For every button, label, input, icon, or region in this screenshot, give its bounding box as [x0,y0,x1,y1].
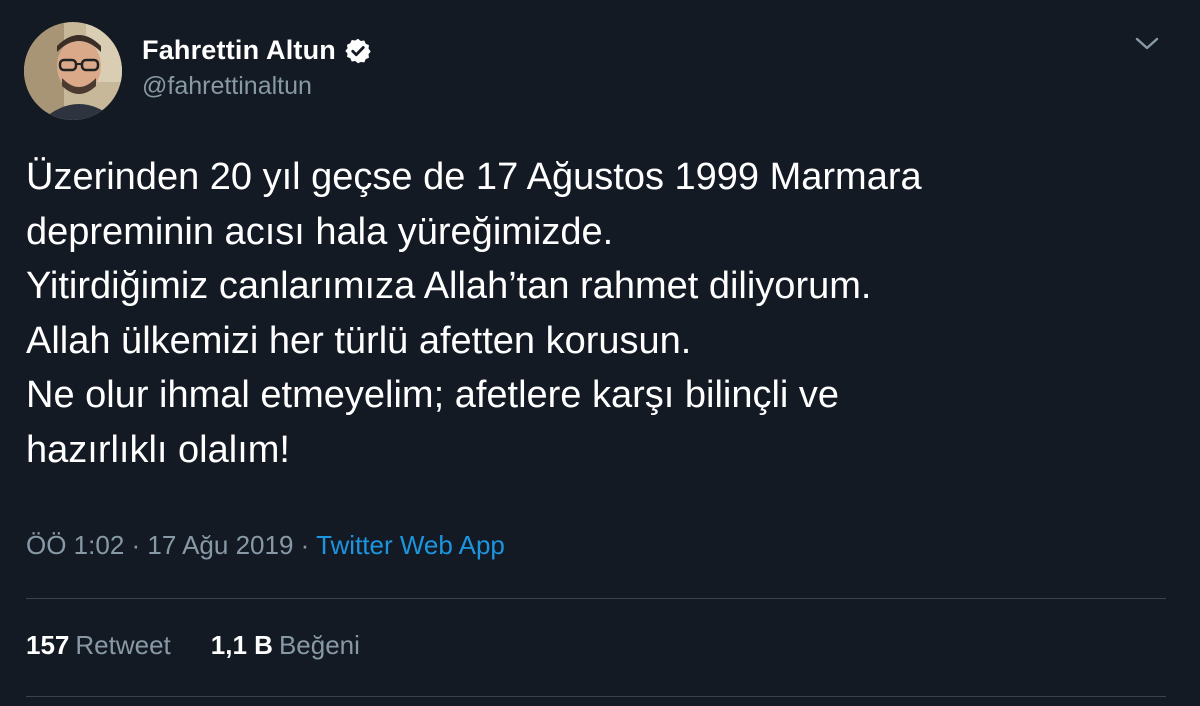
divider [26,598,1166,599]
handle[interactable]: @fahrettinaltun [142,72,372,101]
like-stat[interactable]: 1,1 B Beğeni [211,630,360,661]
verified-badge-icon [344,37,372,65]
retweet-stat[interactable]: 157 Retweet [26,630,171,661]
avatar[interactable] [24,22,122,120]
display-name[interactable]: Fahrettin Altun [142,35,336,66]
avatar-photo [24,22,122,120]
tweet-card: Fahrettin Altun @fahrettinaltun Üzerinde… [0,0,1200,706]
tweet-meta: ÖÖ 1:02 · 17 Ağu 2019 · Twitter Web App [26,530,505,561]
retweet-count: 157 [26,630,70,660]
tweet-source[interactable]: Twitter Web App [316,530,505,560]
tweet-stats: 157 Retweet 1,1 B Beğeni [26,630,360,661]
like-count: 1,1 B [210,630,273,660]
tweet-header: Fahrettin Altun @fahrettinaltun [24,22,372,120]
chevron-down-icon[interactable] [1134,34,1160,54]
retweet-label: Retweet [75,630,171,660]
tweet-text: Üzerinden 20 yıl geçse de 17 Ağustos 199… [26,156,922,471]
name-row: Fahrettin Altun [142,35,372,66]
divider [26,696,1166,697]
like-label: Beğeni [278,630,360,660]
tweet-timestamp[interactable]: ÖÖ 1:02 · 17 Ağu 2019 · [26,530,316,560]
author-names: Fahrettin Altun @fahrettinaltun [142,35,372,101]
